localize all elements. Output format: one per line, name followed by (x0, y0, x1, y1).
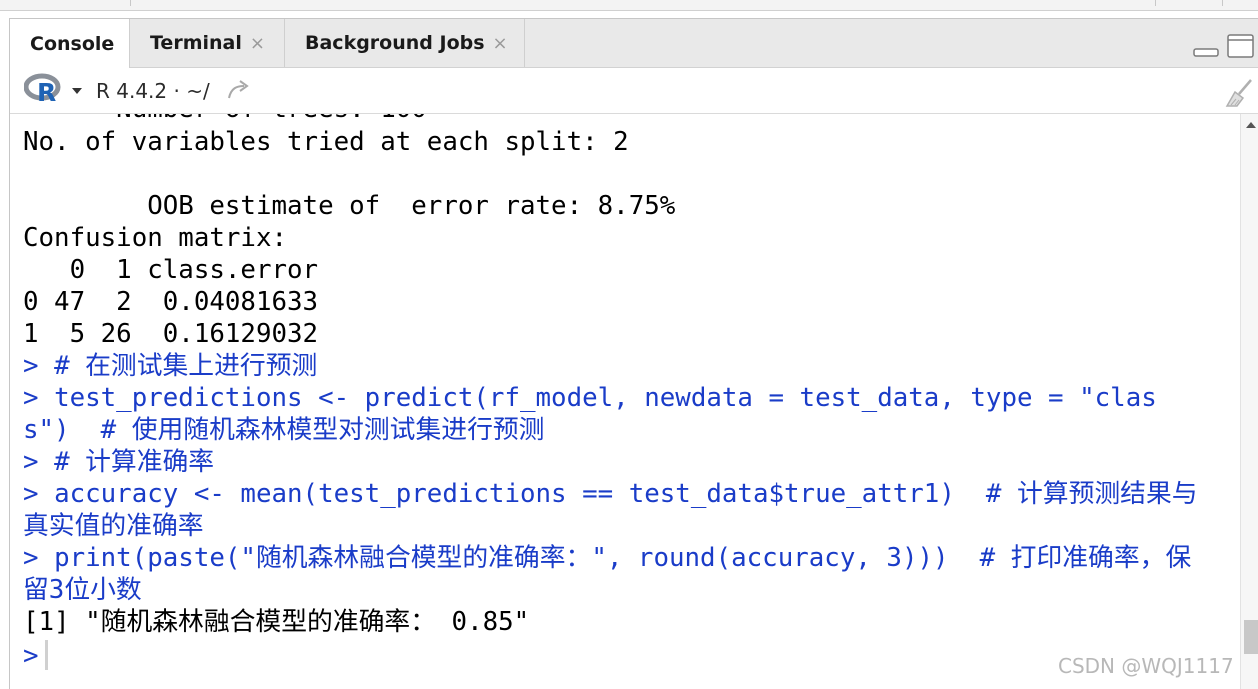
maximize-icon[interactable] (1226, 33, 1256, 61)
console-line: Number of trees: 100 (23, 114, 427, 125)
console-prompt[interactable]: > (23, 640, 48, 672)
svg-text:R: R (37, 78, 56, 106)
console-command-line: > # 计算准确率 (23, 447, 215, 477)
watermark: CSDN @WQJ1117 (1058, 654, 1234, 678)
console-scrollbar[interactable] (1240, 114, 1258, 689)
console-command-line: 留3位小数 (23, 575, 142, 605)
console-line: Confusion matrix: (23, 223, 288, 253)
console-pane: Console Terminal × Background Jobs × R R… (9, 18, 1258, 689)
r-version-label: R 4.4.2 · ~/ (96, 79, 210, 103)
text-cursor (44, 640, 48, 670)
console-line: 0 47 2 0.04081633 (23, 287, 319, 317)
tab-console[interactable]: Console (10, 19, 130, 68)
r-logo-icon[interactable]: R (24, 72, 64, 106)
tab-background-jobs[interactable]: Background Jobs × (285, 19, 525, 67)
chevron-down-icon[interactable] (72, 88, 82, 94)
console-result-line: [1] "随机森林融合模型的准确率： 0.85" (23, 607, 530, 637)
close-icon[interactable]: × (250, 33, 265, 54)
broom-icon[interactable] (1225, 78, 1255, 108)
tab-background-jobs-label: Background Jobs (305, 32, 485, 54)
console-command-line: 真实值的准确率 (23, 511, 204, 541)
close-icon[interactable]: × (493, 33, 508, 54)
console-line: OOB estimate of error rate: 8.75% (23, 191, 676, 221)
top-strip (0, 0, 1258, 11)
scrollbar-thumb[interactable] (1244, 620, 1258, 654)
console-toolbar: R R 4.4.2 · ~/ (10, 68, 1258, 114)
tab-terminal-label: Terminal (150, 32, 242, 54)
console-command-line: > print(paste("随机森林融合模型的准确率：", round(acc… (23, 543, 1192, 573)
scroll-up-icon[interactable] (1246, 122, 1256, 128)
top-strip-divider (130, 0, 131, 6)
console-command-line: > accuracy <- mean(test_predictions == t… (23, 479, 1198, 509)
tab-terminal[interactable]: Terminal × (130, 19, 285, 67)
console-output[interactable]: Number of trees: 100 No. of variables tr… (10, 114, 1240, 689)
minimize-icon[interactable] (1192, 39, 1220, 59)
console-line: No. of variables tried at each split: 2 (23, 127, 629, 157)
goto-directory-arrow-icon[interactable] (226, 79, 252, 101)
console-command-line: > # 在测试集上进行预测 (23, 351, 318, 381)
console-line: 1 5 26 0.16129032 (23, 319, 319, 349)
top-strip-divider (1155, 0, 1156, 6)
top-strip-divider (1222, 0, 1223, 6)
console-command-line: > test_predictions <- predict(rf_model, … (23, 383, 1157, 413)
tab-bar: Console Terminal × Background Jobs × (10, 19, 1258, 68)
console-line: 0 1 class.error (23, 255, 319, 285)
tab-console-label: Console (30, 32, 115, 55)
console-command-line: s") # 使用随机森林模型对测试集进行预测 (23, 415, 545, 445)
